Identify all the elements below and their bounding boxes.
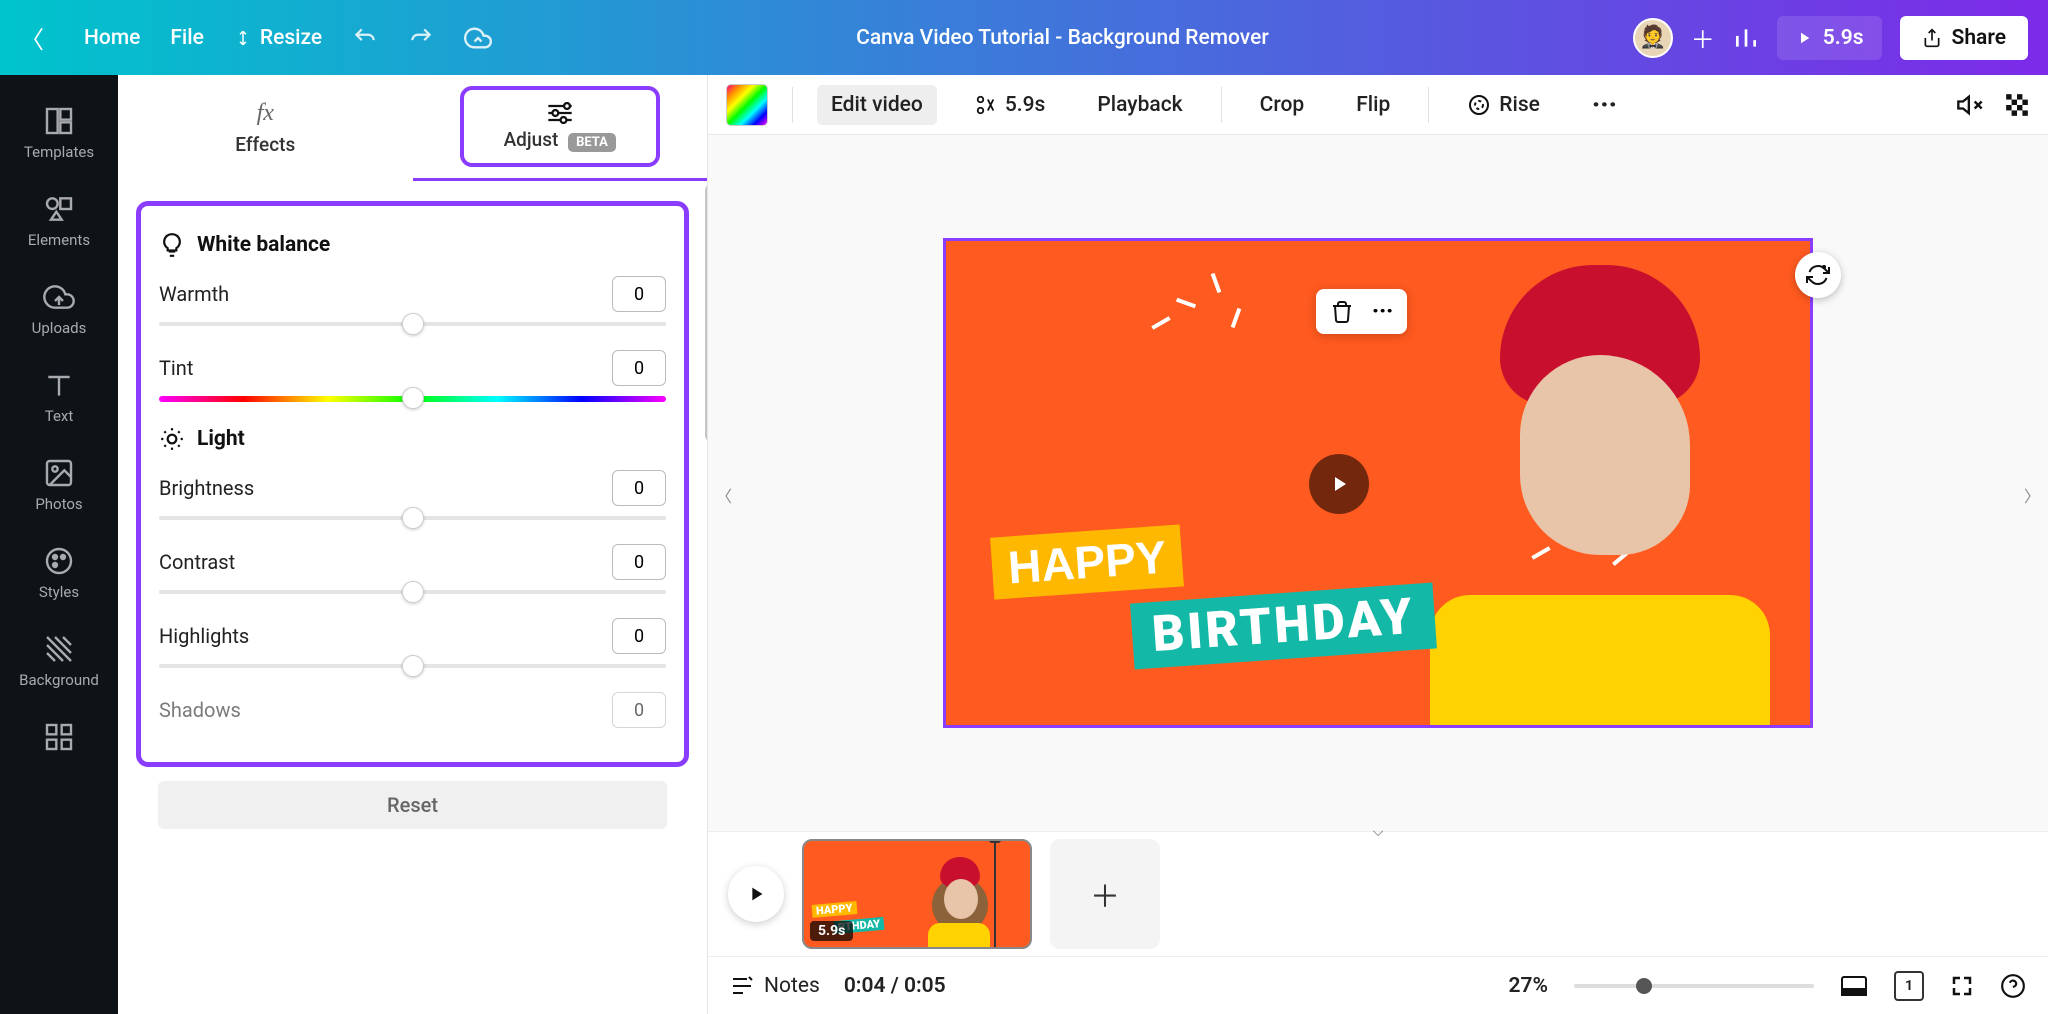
tab-effects[interactable]: fx Effects: [118, 75, 413, 181]
tab-adjust[interactable]: Adjust BETA: [413, 75, 708, 181]
zoom-slider[interactable]: [1574, 984, 1814, 988]
nav-text[interactable]: Text: [0, 353, 118, 441]
tint-slider[interactable]: [159, 396, 666, 402]
nav-styles[interactable]: Styles: [0, 529, 118, 617]
context-toolbar: Edit video 5.9s Playback Crop Flip Rise …: [708, 75, 2048, 135]
highlights-value[interactable]: 0: [612, 618, 666, 654]
person-graphic: [1380, 265, 1780, 725]
timeline-expand-handle[interactable]: ⌵: [1373, 824, 1384, 840]
color-picker-button[interactable]: [726, 84, 768, 126]
delete-icon[interactable]: [1330, 300, 1354, 324]
nav-elements[interactable]: Elements: [0, 177, 118, 265]
back-icon[interactable]: 〈: [20, 20, 44, 55]
slider-thumb[interactable]: [402, 387, 424, 409]
cloud-sync-icon[interactable]: [464, 24, 492, 52]
slider-thumb[interactable]: [402, 581, 424, 603]
bottom-bar: Notes 0:04 / 0:05 27% 1: [708, 956, 2048, 1014]
canvas-scroll-left[interactable]: 〈: [716, 483, 732, 507]
beta-badge: BETA: [568, 133, 616, 152]
slider-thumb[interactable]: [402, 655, 424, 677]
contrast-value[interactable]: 0: [612, 544, 666, 580]
clip-duration-badge: 5.9s: [810, 921, 853, 941]
user-avatar[interactable]: 🤵: [1633, 18, 1673, 58]
add-member-button[interactable]: ＋: [1691, 20, 1715, 55]
shadows-label: Shadows: [159, 698, 241, 722]
crop-button[interactable]: Crop: [1246, 85, 1319, 125]
mute-icon[interactable]: [1956, 91, 1984, 119]
nav-background[interactable]: Background: [0, 617, 118, 705]
duration-button[interactable]: 5.9s: [961, 85, 1060, 125]
side-panel: fx Effects Adjust BETA ▴ White balance W…: [118, 75, 708, 1014]
light-header: Light: [159, 426, 666, 452]
share-button[interactable]: Share: [1900, 16, 2028, 60]
highlights-label: Highlights: [159, 624, 249, 648]
edit-video-button[interactable]: Edit video: [817, 85, 937, 125]
tint-value[interactable]: 0: [612, 350, 666, 386]
zoom-percent[interactable]: 27%: [1509, 974, 1549, 998]
page-count[interactable]: 1: [1894, 971, 1924, 1001]
contrast-slider[interactable]: [159, 590, 666, 594]
tint-label: Tint: [159, 356, 193, 380]
transparency-icon[interactable]: [2004, 92, 2030, 118]
white-balance-header: White balance: [159, 232, 666, 258]
help-icon[interactable]: [2000, 973, 2026, 999]
more-options-button[interactable]: ···: [1578, 82, 1631, 128]
scrollbar[interactable]: [705, 183, 707, 443]
brightness-value[interactable]: 0: [612, 470, 666, 506]
video-element[interactable]: ··· HAPPY BIRTHDAY: [943, 238, 1813, 728]
warmth-value[interactable]: 0: [612, 276, 666, 312]
flip-button[interactable]: Flip: [1342, 85, 1404, 125]
text-happy[interactable]: HAPPY: [990, 524, 1184, 599]
regenerate-button[interactable]: [1795, 252, 1841, 298]
document-title[interactable]: Canva Video Tutorial - Background Remove…: [856, 26, 1269, 50]
notes-button[interactable]: Notes: [730, 974, 820, 998]
home-button[interactable]: Home: [84, 26, 140, 50]
playhead[interactable]: [994, 841, 996, 947]
animate-button[interactable]: Rise: [1453, 85, 1554, 125]
add-scene-button[interactable]: ＋: [1050, 839, 1160, 949]
nav-templates[interactable]: Templates: [0, 89, 118, 177]
warmth-label: Warmth: [159, 282, 229, 306]
timeline-play-button[interactable]: [728, 866, 784, 922]
time-display: 0:04 / 0:05: [844, 974, 946, 998]
play-overlay-button[interactable]: [1309, 454, 1369, 514]
redo-button[interactable]: [408, 25, 434, 51]
canvas-area: Edit video 5.9s Playback Crop Flip Rise …: [708, 75, 2048, 1014]
canvas[interactable]: 〈 〉 ··· HAPPY BIRTHDAY: [708, 135, 2048, 831]
analytics-button[interactable]: [1733, 25, 1759, 51]
left-navigation: Templates Elements Uploads Text Photos S…: [0, 75, 118, 1014]
nav-uploads[interactable]: Uploads: [0, 265, 118, 353]
slider-thumb[interactable]: [402, 313, 424, 335]
warmth-slider[interactable]: [159, 322, 666, 326]
highlights-slider[interactable]: [159, 664, 666, 668]
fullscreen-icon[interactable]: [1950, 974, 1974, 998]
play-preview-button[interactable]: 5.9s: [1777, 16, 1882, 60]
nav-more[interactable]: [0, 705, 118, 769]
slider-thumb[interactable]: [402, 507, 424, 529]
top-bar: 〈 Home File Resize Canva Video Tutorial …: [0, 0, 2048, 75]
brightness-label: Brightness: [159, 476, 254, 500]
playback-button[interactable]: Playback: [1083, 85, 1196, 125]
view-toggle-icon[interactable]: [1840, 975, 1868, 997]
nav-photos[interactable]: Photos: [0, 441, 118, 529]
shadows-value[interactable]: 0: [612, 692, 666, 728]
undo-button[interactable]: [352, 25, 378, 51]
contrast-label: Contrast: [159, 550, 235, 574]
resize-button[interactable]: Resize: [234, 26, 322, 50]
file-menu[interactable]: File: [170, 26, 204, 50]
timeline-clip[interactable]: HAPPYRTHDAY 5.9s: [802, 839, 1032, 949]
reset-button[interactable]: Reset: [158, 781, 667, 829]
brightness-slider[interactable]: [159, 516, 666, 520]
canvas-scroll-right[interactable]: 〉: [2024, 483, 2040, 507]
timeline: ⌵ HAPPYRTHDAY 5.9s ＋: [708, 831, 2048, 956]
